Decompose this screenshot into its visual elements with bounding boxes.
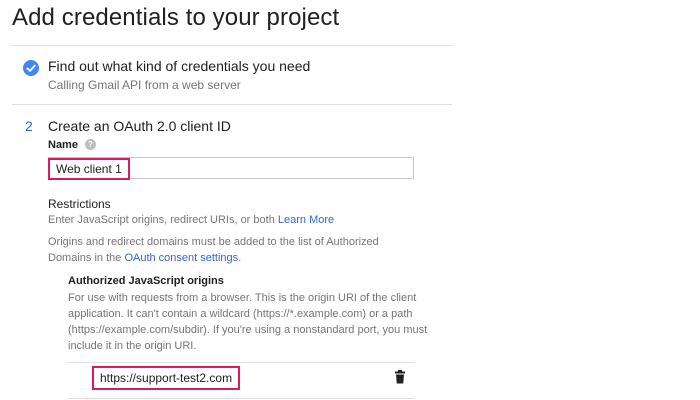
step-divider: [12, 104, 452, 105]
restrictions-heading: Restrictions: [48, 197, 111, 211]
title-divider: [12, 45, 452, 46]
check-circle-icon: [23, 60, 39, 76]
step2-title: Create an OAuth 2.0 client ID: [48, 118, 231, 134]
page-title: Add credentials to your project: [12, 4, 340, 31]
help-icon[interactable]: ?: [85, 139, 96, 150]
restrictions-note-suffix: .: [238, 252, 242, 264]
origins-description: For use with requests from a browser. Th…: [68, 292, 428, 352]
origin-uri-input[interactable]: https://support-test2.com: [92, 366, 241, 390]
name-label: Name: [48, 139, 78, 151]
origin-row-divider-bottom: [68, 398, 414, 399]
restrictions-description-text: Enter JavaScript origins, redirect URIs,…: [48, 214, 278, 226]
learn-more-link[interactable]: Learn More: [278, 214, 334, 226]
restrictions-description: Enter JavaScript origins, redirect URIs,…: [48, 214, 334, 226]
origin-row-divider: [68, 362, 414, 363]
credentials-page: Add credentials to your project Find out…: [0, 0, 700, 400]
step1-title[interactable]: Find out what kind of credentials you ne…: [48, 58, 310, 74]
step1-subtitle: Calling Gmail API from a web server: [48, 78, 241, 92]
name-input-value[interactable]: Web client 1: [48, 158, 130, 180]
trash-icon[interactable]: [393, 370, 407, 384]
oauth-consent-settings-link[interactable]: OAuth consent settings: [124, 252, 238, 264]
restrictions-note: Origins and redirect domains must be add…: [48, 234, 408, 266]
step2-number: 2: [25, 118, 33, 134]
origins-heading: Authorized JavaScript origins: [68, 275, 224, 287]
